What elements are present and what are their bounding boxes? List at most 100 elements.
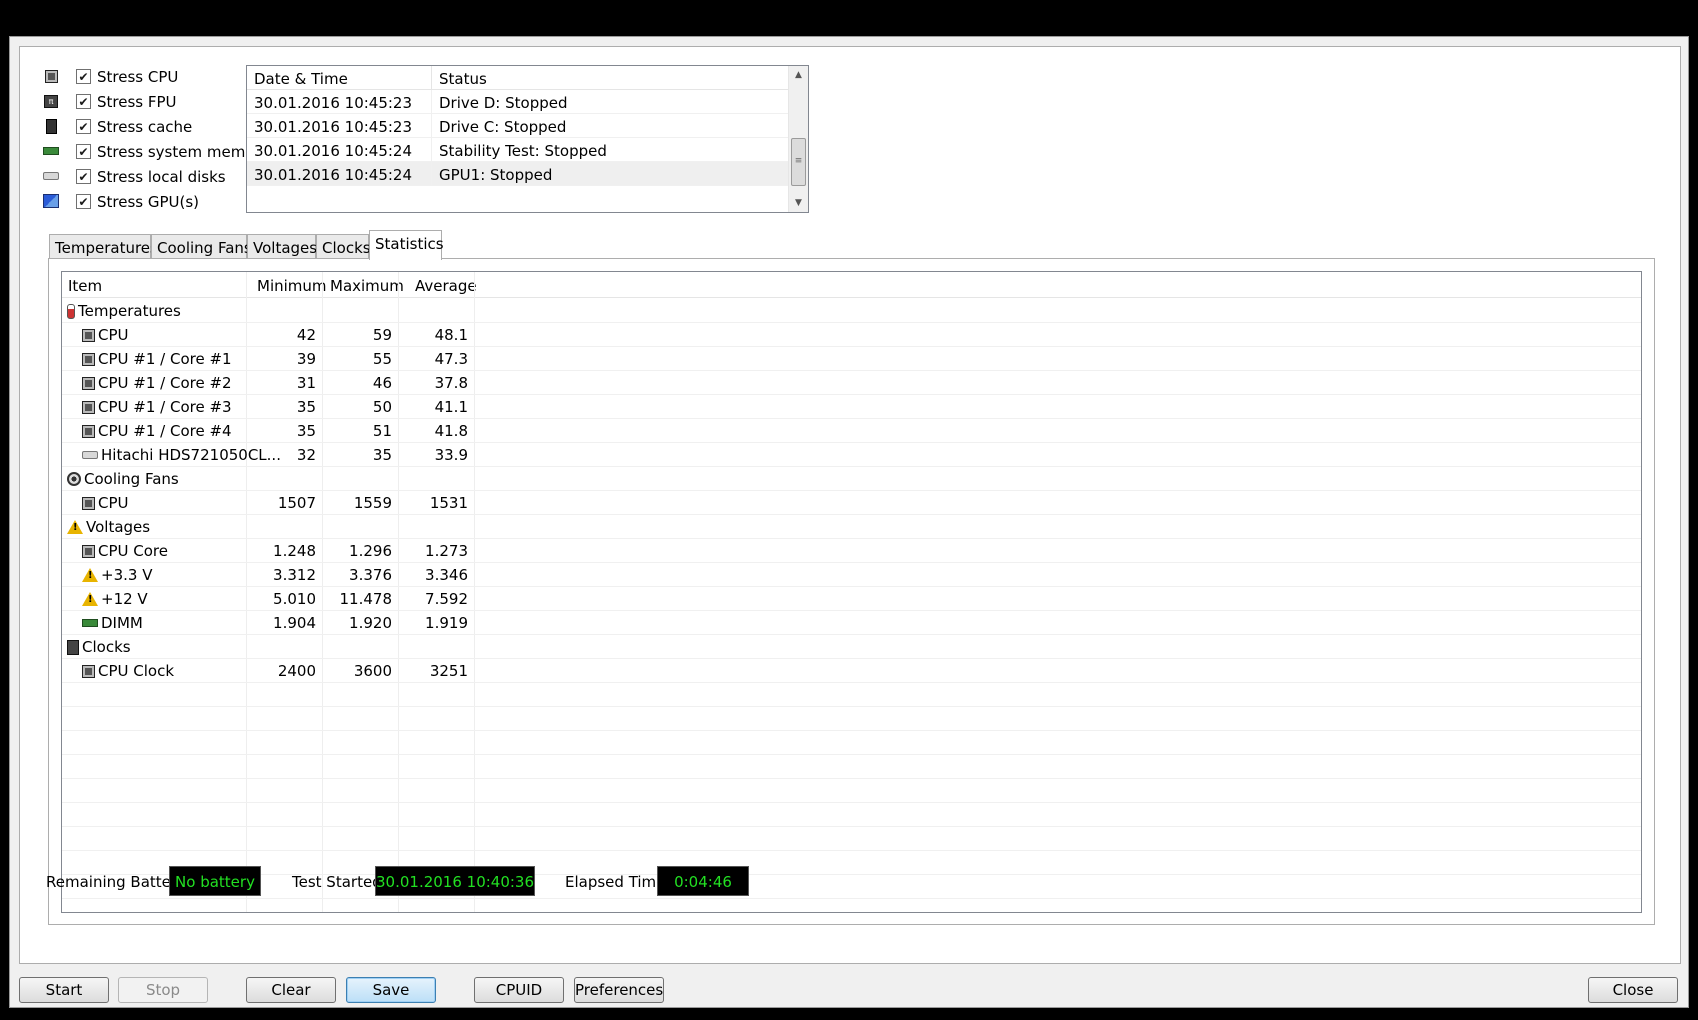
cpu-chip-icon [82,496,95,510]
statistics-tab-panel: Item Minimum Maximum Average Temperature… [48,258,1655,925]
row-maximum: 59 [372,326,392,344]
row-average: 1.919 [425,614,468,632]
row-item-label: Cooling Fans [84,470,179,488]
row-maximum: 50 [372,398,392,416]
start-button[interactable]: Start [19,977,109,1003]
stress-disks-checkbox[interactable]: ✔ [76,169,91,184]
log-row[interactable]: 30.01.2016 10:45:23 Drive D: Stopped [247,90,788,114]
stress-options: ✔ Stress CPU π ✔ Stress FPU ✔ Stress cac… [43,65,270,215]
table-row[interactable]: CPU 1507 1559 1531 [62,491,1641,515]
fan-icon [67,472,81,486]
log-status: Stability Test: Stopped [439,142,607,160]
header-maximum[interactable]: Maximum [330,277,404,295]
log-status: Drive D: Stopped [439,94,568,112]
cpu-chip-icon [82,328,95,342]
table-row[interactable]: +12 V 5.010 11.478 7.592 [62,587,1641,611]
table-row[interactable]: +3.3 V 3.312 3.376 3.346 [62,563,1641,587]
stress-option-cpu[interactable]: ✔ Stress CPU [43,65,243,90]
row-item-label: CPU #1 / Core #1 [98,350,232,368]
log-row-selected[interactable]: 30.01.2016 10:45:24 GPU1: Stopped [247,162,788,186]
table-group-row[interactable]: Cooling Fans [62,467,1641,491]
table-group-row[interactable]: Temperatures [62,299,1641,323]
row-maximum: 3600 [353,662,392,680]
fpu-chip-icon: π [43,93,59,109]
scroll-down-arrow-icon[interactable]: ▼ [789,194,808,212]
stop-button[interactable]: Stop [118,977,208,1003]
row-item: +3.3 V [82,566,152,584]
stress-option-gpu[interactable]: ✔ Stress GPU(s) [43,190,243,215]
log-scrollbar[interactable]: ▲ ≡ ▼ [788,66,808,212]
row-item-label: +12 V [101,590,148,608]
row-minimum: 2400 [277,662,316,680]
row-item: CPU #1 / Core #1 [82,350,232,368]
empty-row [62,827,1641,851]
log-status: Drive C: Stopped [439,118,567,136]
row-item: CPU #1 / Core #2 [82,374,232,392]
stress-cpu-checkbox[interactable]: ✔ [76,69,91,84]
row-minimum: 32 [296,446,316,464]
preferences-button[interactable]: Preferences [574,977,664,1003]
hard-disk-icon [43,168,59,184]
scroll-up-arrow-icon[interactable]: ▲ [789,66,808,84]
row-item-label: Voltages [86,518,151,536]
table-group-row[interactable]: Clocks [62,635,1641,659]
row-item-label: Clocks [82,638,131,656]
table-row[interactable]: CPU Clock 2400 3600 3251 [62,659,1641,683]
stress-cache-checkbox[interactable]: ✔ [76,119,91,134]
table-row[interactable]: CPU #1 / Core #3 35 50 41.1 [62,395,1641,419]
row-minimum: 31 [296,374,316,392]
log-header-status[interactable]: Status [439,70,487,88]
table-group-row[interactable]: Voltages [62,515,1641,539]
table-row[interactable]: CPU #1 / Core #2 31 46 37.8 [62,371,1641,395]
tab-voltages[interactable]: Voltages [247,234,317,259]
row-item-label: CPU #1 / Core #4 [98,422,232,440]
row-item-label: Temperatures [78,302,181,320]
cpuid-button[interactable]: CPUID [474,977,564,1003]
tab-temperatures[interactable]: Temperatures [49,234,158,259]
table-row[interactable]: Hitachi HDS721050CL... 32 35 33.9 [62,443,1641,467]
table-row[interactable]: CPU Core 1.248 1.296 1.273 [62,539,1641,563]
stress-option-fpu[interactable]: π ✔ Stress FPU [43,90,243,115]
row-item: CPU #1 / Core #4 [82,422,232,440]
row-item: Hitachi HDS721050CL... [82,446,281,464]
empty-row [62,899,1641,912]
tab-cooling-fans[interactable]: Cooling Fans [151,234,252,259]
row-item-label: CPU #1 / Core #3 [98,398,232,416]
stress-gpu-checkbox[interactable]: ✔ [76,194,91,209]
cpu-chip-icon [82,664,95,678]
row-average: 3251 [429,662,468,680]
scroll-thumb[interactable]: ≡ [791,138,806,186]
statistics-table[interactable]: Item Minimum Maximum Average Temperature… [61,271,1642,913]
header-item[interactable]: Item [68,277,102,295]
stress-fpu-checkbox[interactable]: ✔ [76,94,91,109]
close-button[interactable]: Close [1588,977,1678,1003]
stress-option-memory[interactable]: ✔ Stress system memory [43,140,270,165]
row-maximum: 1559 [353,494,392,512]
clear-button[interactable]: Clear [246,977,336,1003]
header-minimum[interactable]: Minimum [257,277,327,295]
row-item: CPU [82,494,129,512]
stress-option-disks[interactable]: ✔ Stress local disks [43,165,243,190]
status-log-list[interactable]: Date & Time Status 30.01.2016 10:45:23 D… [246,65,809,213]
cpu-chip-icon [82,424,95,438]
row-item: CPU Core [82,542,168,560]
table-row[interactable]: CPU #1 / Core #1 39 55 47.3 [62,347,1641,371]
stress-memory-checkbox[interactable]: ✔ [76,144,91,159]
tab-statistics[interactable]: Statistics [369,230,444,260]
log-header-date-time[interactable]: Date & Time [254,70,348,88]
test-started-label: Test Started: [292,873,387,891]
table-row[interactable]: DIMM 1.904 1.920 1.919 [62,611,1641,635]
row-maximum: 55 [372,350,392,368]
hard-disk-icon [82,451,98,459]
row-item-label: CPU #1 / Core #2 [98,374,232,392]
log-row[interactable]: 30.01.2016 10:45:24 Stability Test: Stop… [247,138,788,162]
table-row[interactable]: CPU #1 / Core #4 35 51 41.8 [62,419,1641,443]
stress-option-cache[interactable]: ✔ Stress cache [43,115,243,140]
log-row[interactable]: 30.01.2016 10:45:23 Drive C: Stopped [247,114,788,138]
tab-clocks[interactable]: Clocks [316,234,371,259]
header-average[interactable]: Average [415,277,477,295]
warning-icon [82,568,98,582]
save-button[interactable]: Save [346,977,436,1003]
table-row[interactable]: CPU 42 59 48.1 [62,323,1641,347]
cache-chip-icon [43,118,59,134]
